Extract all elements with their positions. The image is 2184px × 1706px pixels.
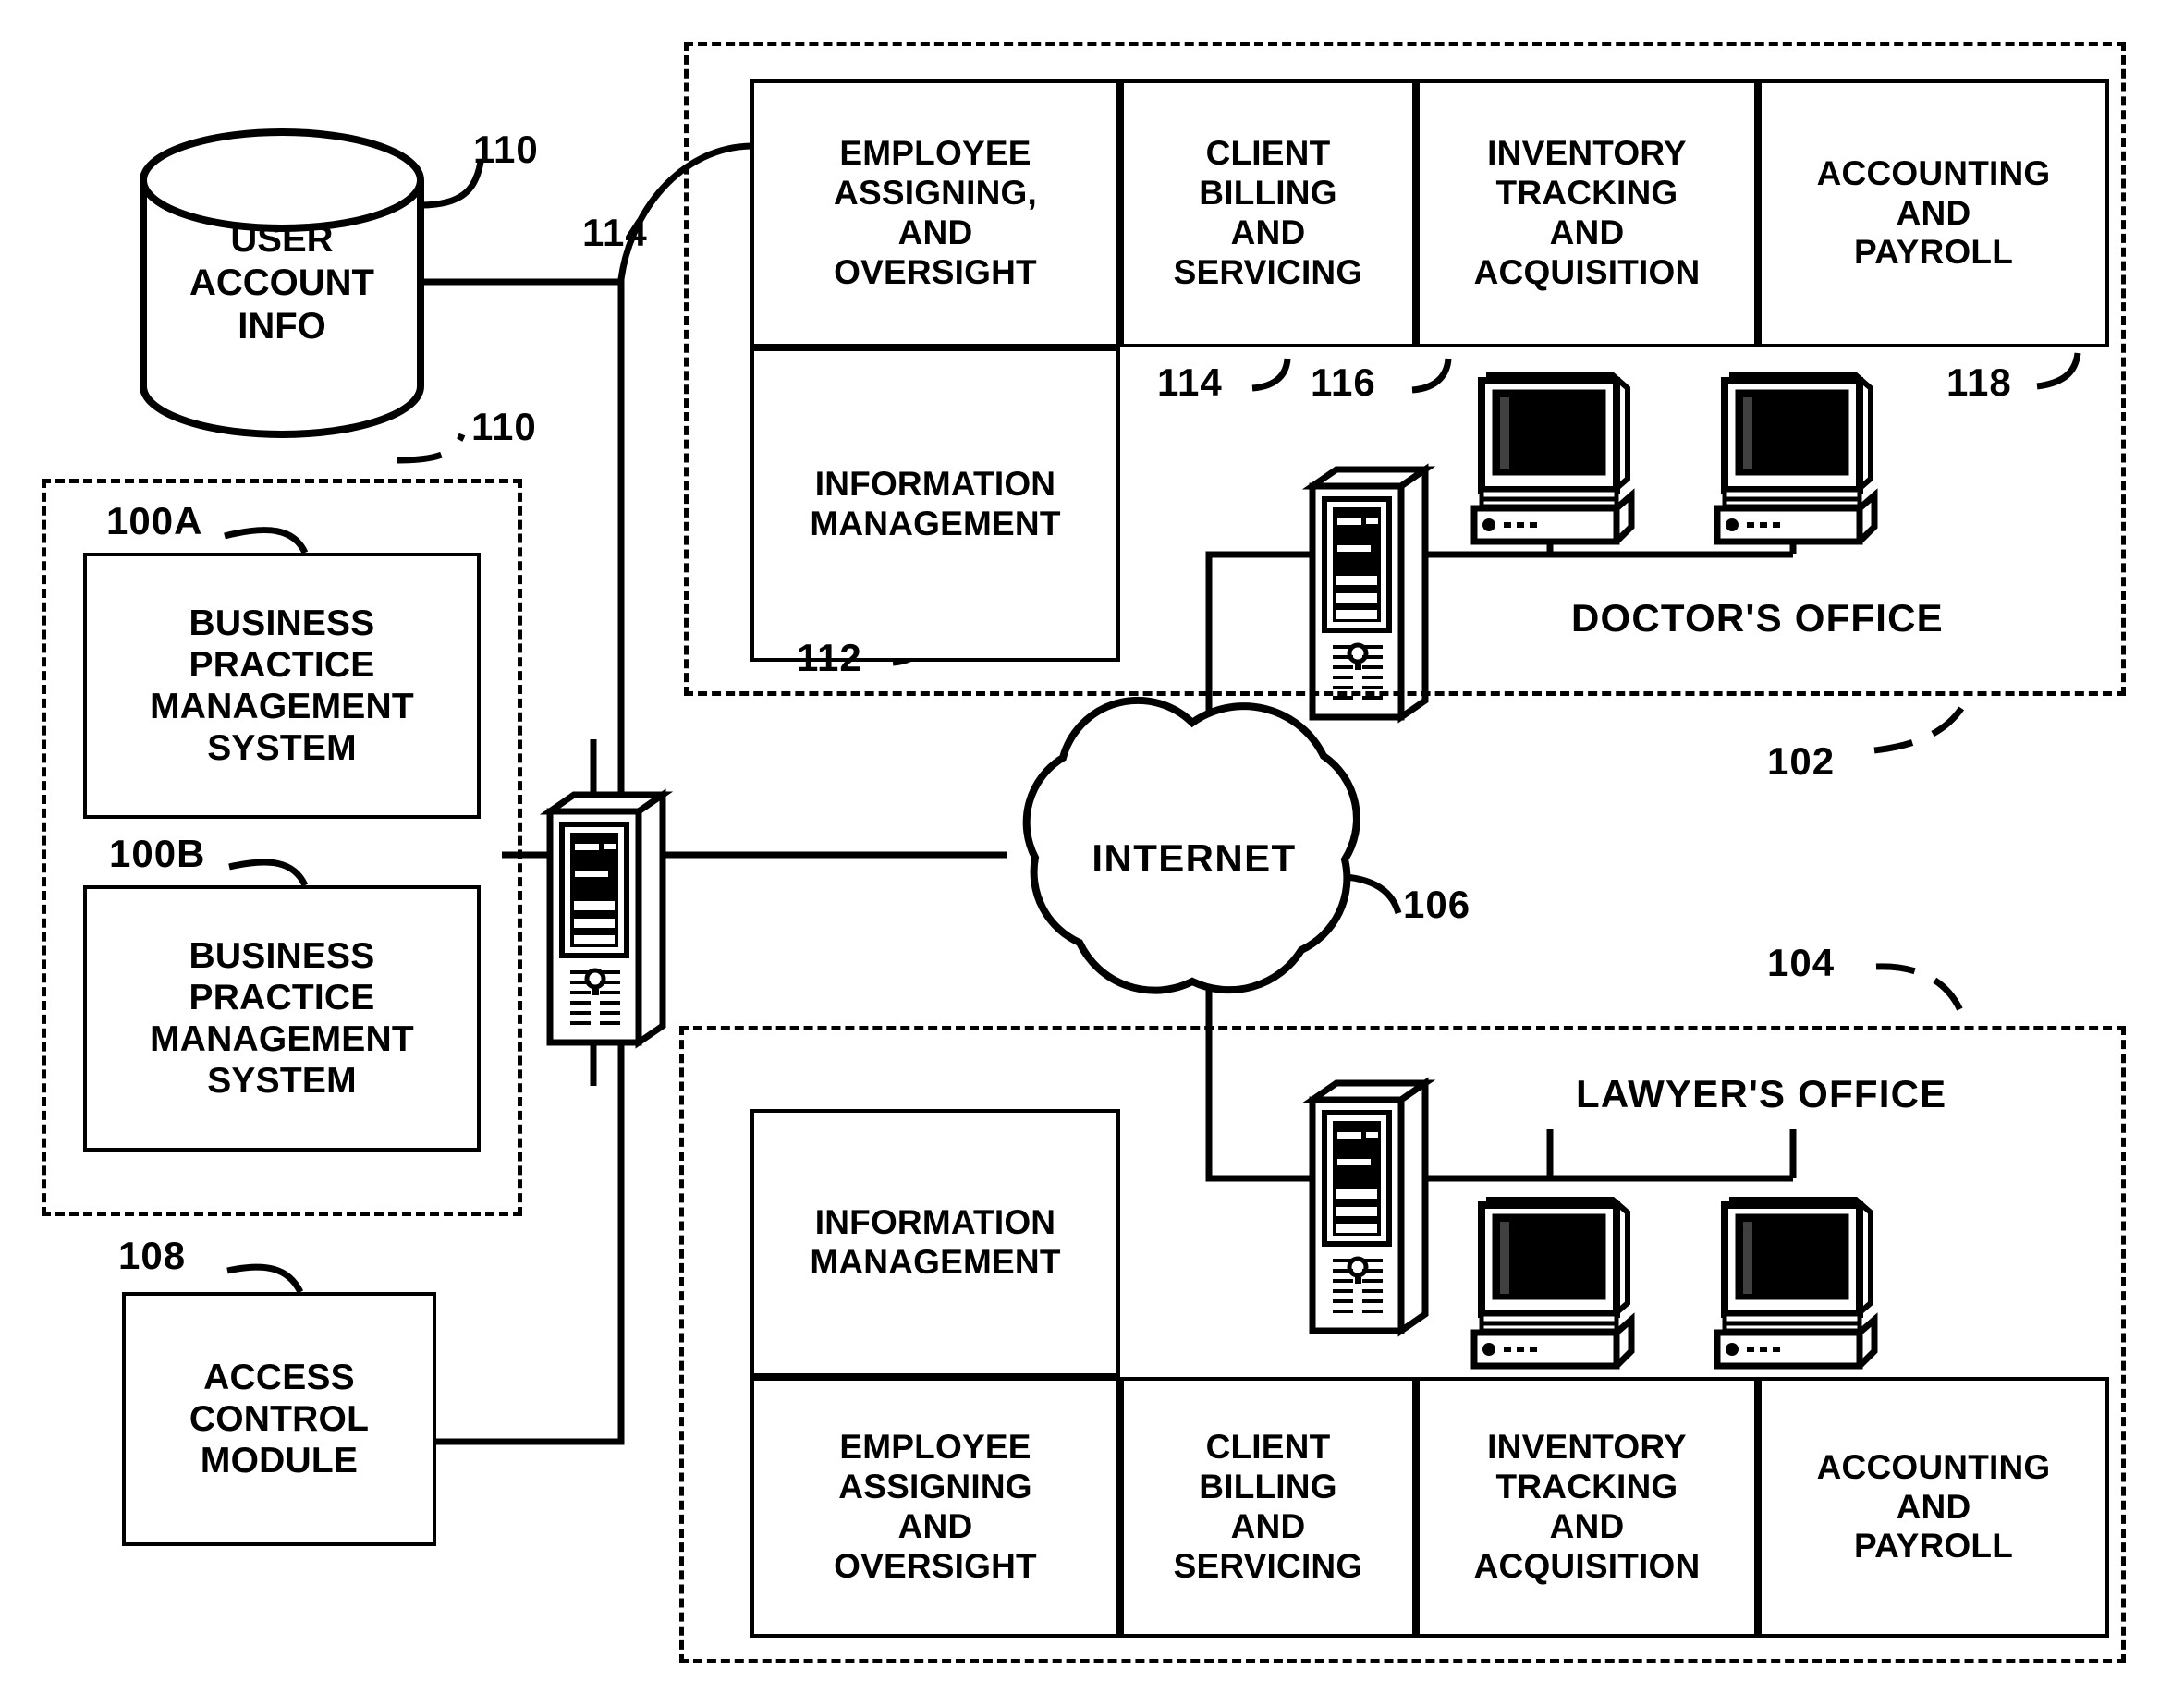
ref-100A: 100A bbox=[106, 499, 203, 542]
ref-114-boundary: 114 bbox=[582, 211, 648, 254]
ref-106-internet: 106 bbox=[1403, 883, 1471, 926]
doctor-module-accounting-payroll[interactable]: ACCOUNTING AND PAYROLL bbox=[1758, 79, 2109, 347]
ref-104-lawyers-office: 104 bbox=[1767, 941, 1836, 984]
ref-108: 108 bbox=[118, 1234, 187, 1277]
ref-100B: 100B bbox=[109, 832, 206, 875]
ref-116-module: 116 bbox=[1311, 360, 1376, 404]
lawyer-module-inventory-tracking-label: INVENTORY TRACKING AND ACQUISITION bbox=[1473, 1428, 1701, 1585]
central-router-icon bbox=[550, 795, 663, 1042]
doctor-module-accounting-payroll-label: ACCOUNTING AND PAYROLL bbox=[1816, 153, 2051, 272]
bpms-a-label: BUSINESS PRACTICE MANAGEMENT SYSTEM bbox=[150, 603, 414, 769]
bpms-b-label: BUSINESS PRACTICE MANAGEMENT SYSTEM bbox=[150, 935, 414, 1102]
lawyers-office-name: LAWYER'S OFFICE bbox=[1576, 1072, 1947, 1115]
lawyer-module-information-management-label: INFORMATION MANAGEMENT bbox=[810, 1203, 1061, 1281]
user-account-info-label: USER ACCOUNT INFO bbox=[189, 219, 374, 347]
doctor-module-employee-assigning-label: EMPLOYEE ASSIGNING, AND OVERSIGHT bbox=[834, 134, 1037, 291]
lawyer-module-employee-assigning-label: EMPLOYEE ASSIGNING AND OVERSIGHT bbox=[834, 1428, 1037, 1585]
doctor-module-employee-assigning[interactable]: EMPLOYEE ASSIGNING, AND OVERSIGHT bbox=[750, 79, 1120, 347]
ref-118-module: 118 bbox=[1946, 360, 2012, 404]
ref-112: 112 bbox=[797, 636, 862, 679]
ref-114-module: 114 bbox=[1157, 360, 1223, 404]
lawyer-module-accounting-payroll[interactable]: ACCOUNTING AND PAYROLL bbox=[1758, 1377, 2109, 1638]
business-practice-management-system-a[interactable]: BUSINESS PRACTICE MANAGEMENT SYSTEM bbox=[83, 553, 481, 819]
doctor-module-client-billing-label: CLIENT BILLING AND SERVICING bbox=[1173, 134, 1363, 291]
internet-label: INTERNET bbox=[1092, 836, 1297, 880]
ref-110-group: 110 bbox=[471, 405, 537, 448]
doctor-module-inventory-tracking[interactable]: INVENTORY TRACKING AND ACQUISITION bbox=[1416, 79, 1758, 347]
business-practice-management-system-b[interactable]: BUSINESS PRACTICE MANAGEMENT SYSTEM bbox=[83, 885, 481, 1152]
doctor-module-information-management-label: INFORMATION MANAGEMENT bbox=[810, 465, 1061, 542]
lawyer-module-inventory-tracking[interactable]: INVENTORY TRACKING AND ACQUISITION bbox=[1416, 1377, 1758, 1638]
lawyer-module-employee-assigning[interactable]: EMPLOYEE ASSIGNING AND OVERSIGHT bbox=[750, 1377, 1120, 1638]
access-control-module-label: ACCESS CONTROL MODULE bbox=[189, 1357, 370, 1481]
access-control-module[interactable]: ACCESS CONTROL MODULE bbox=[122, 1292, 436, 1546]
lawyer-module-client-billing[interactable]: CLIENT BILLING AND SERVICING bbox=[1120, 1377, 1416, 1638]
lawyer-module-information-management[interactable]: INFORMATION MANAGEMENT bbox=[750, 1109, 1120, 1377]
doctor-module-client-billing[interactable]: CLIENT BILLING AND SERVICING bbox=[1120, 79, 1416, 347]
ref-110-cylinder: 110 bbox=[473, 128, 539, 171]
ref-102-doctors-office: 102 bbox=[1767, 739, 1836, 783]
doctor-module-information-management[interactable]: INFORMATION MANAGEMENT bbox=[750, 347, 1120, 662]
lawyer-module-client-billing-label: CLIENT BILLING AND SERVICING bbox=[1173, 1428, 1363, 1585]
doctor-module-inventory-tracking-label: INVENTORY TRACKING AND ACQUISITION bbox=[1473, 134, 1701, 291]
lawyer-module-accounting-payroll-label: ACCOUNTING AND PAYROLL bbox=[1816, 1447, 2051, 1566]
doctors-office-name: DOCTOR'S OFFICE bbox=[1571, 596, 1944, 640]
patent-figure: USER ACCOUNT INFO BUSINESS PRACTICE MANA… bbox=[0, 0, 2184, 1706]
